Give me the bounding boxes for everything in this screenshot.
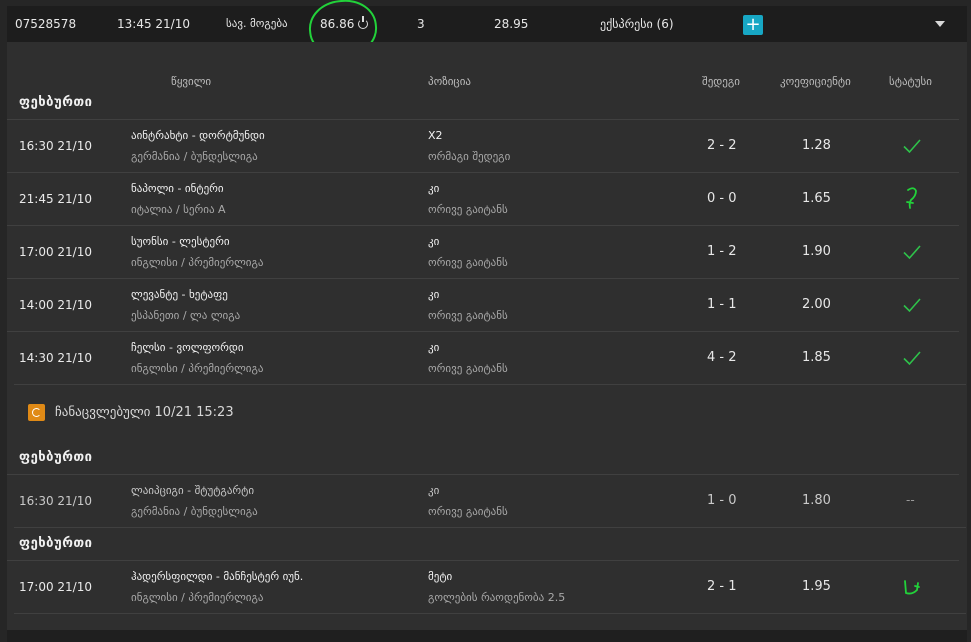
cashout-icon — [358, 16, 369, 29]
match-score: 1 - 1 — [707, 297, 737, 312]
match-score: 4 - 2 — [707, 350, 737, 365]
match-time: 16:30 21/10 — [19, 494, 92, 508]
bottom-bar — [7, 630, 967, 642]
column-header-status: სტატუსი — [889, 75, 932, 88]
table-row: 16:30 21/10 აინტრახტი - დორტმუნდი გერმან… — [7, 119, 959, 172]
chevron-down-icon[interactable] — [935, 21, 945, 27]
bet-market: ორივე გაიტანს — [428, 256, 508, 269]
match-time: 16:30 21/10 — [19, 139, 92, 153]
status-dash: -- — [906, 493, 915, 507]
bet-pick: კი — [428, 182, 440, 195]
match-league: ესპანეთი / ლა ლიგა — [131, 309, 241, 322]
bet-pick: X2 — [428, 129, 443, 142]
match-league: ინგლისი / პრემიერლიგა — [131, 362, 264, 375]
match-league: ინგლისი / პრემიერლიგა — [131, 591, 264, 604]
match-teams: აინტრახტი - დორტმუნდი — [131, 129, 265, 142]
bet-odds: 1.65 — [802, 191, 831, 206]
match-score: 2 - 1 — [707, 579, 737, 594]
ticket-id: 07528578 — [15, 17, 77, 31]
handwritten-mark-icon — [904, 580, 920, 595]
bet-odds: 1.28 — [802, 138, 831, 153]
ticket-datetime: 13:45 21/10 — [117, 17, 190, 31]
match-time: 21:45 21/10 — [19, 192, 92, 206]
column-header-position: პოზიცია — [428, 75, 471, 88]
bet-type: ექსპრესი (6) — [600, 17, 674, 31]
bet-odds: 1.85 — [802, 350, 831, 365]
amount-text: 86.86 — [320, 17, 355, 31]
match-league: გერმანია / ბუნდესლიგა — [131, 505, 258, 518]
divider — [14, 527, 966, 528]
bet-market: ორივე გაიტანს — [428, 362, 508, 375]
table-row: 14:30 21/10 ჩელსი - ვოლფორდი ინგლისი / პ… — [7, 331, 959, 384]
match-teams: ლევანტე - ხეტაფე — [131, 288, 228, 301]
match-time: 14:30 21/10 — [19, 351, 92, 365]
match-score: 1 - 2 — [707, 244, 737, 259]
column-header-event: წყვილი — [171, 75, 212, 88]
bet-odds: 1.80 — [802, 493, 831, 508]
potential-win-label: სავ. მოგება — [226, 17, 288, 30]
match-time: 17:00 21/10 — [19, 245, 92, 259]
sport-heading: ფეხბურთი — [19, 536, 93, 551]
column-header-odds: კოეფიციენტი — [780, 75, 851, 88]
table-row: 17:00 21/10 ჰადერსფილდი - მანჩესტერ იუნ.… — [7, 560, 959, 613]
divider — [14, 613, 966, 614]
match-teams: ლაიპციგი - შტუტგარტი — [131, 484, 255, 497]
total-odds: 28.95 — [494, 17, 529, 31]
table-row: 14:00 21/10 ლევანტე - ხეტაფე ესპანეთი / … — [7, 278, 959, 331]
bet-pick: კი — [428, 484, 440, 497]
check-icon — [903, 139, 921, 154]
match-score: 2 - 2 — [707, 138, 737, 153]
check-icon — [903, 298, 921, 313]
ticket-summary-bar[interactable]: 07528578 13:45 21/10 სავ. მოგება 86.86 3… — [7, 6, 967, 42]
column-header-result: შედეგი — [702, 75, 740, 88]
bet-pick: კი — [428, 235, 440, 248]
match-teams: ჩელსი - ვოლფორდი — [131, 341, 244, 354]
bet-odds: 1.90 — [802, 244, 831, 259]
bet-market: ორმაგი შედეგი — [428, 150, 511, 163]
bet-pick: მეტი — [428, 570, 453, 583]
table-row: 16:30 21/10 ლაიპციგი - შტუტგარტი გერმანი… — [7, 474, 959, 527]
match-league: გერმანია / ბუნდესლიგა — [131, 150, 258, 163]
match-teams: სუონსი - ლესტერი — [131, 235, 230, 248]
bet-odds: 1.95 — [802, 579, 831, 594]
match-teams: ნაპოლი - ინტერი — [131, 182, 224, 195]
bet-pick: კი — [428, 341, 440, 354]
handwritten-mark-icon — [906, 187, 917, 209]
match-league: ინგლისი / პრემიერლიგა — [131, 256, 264, 269]
check-icon — [903, 245, 921, 260]
bet-pick: კი — [428, 288, 440, 301]
replace-icon — [28, 404, 45, 421]
sport-heading: ფეხბურთი — [19, 95, 93, 110]
match-time: 17:00 21/10 — [19, 580, 92, 594]
amount-value: 86.86 — [320, 16, 369, 31]
bet-market: ორივე გაიტანს — [428, 505, 508, 518]
sport-heading: ფეხბურთი — [19, 450, 93, 465]
bet-market: ორივე გაიტანს — [428, 203, 508, 216]
match-league: იტალია / სერია A — [131, 203, 226, 216]
match-teams: ჰადერსფილდი - მანჩესტერ იუნ. — [131, 570, 304, 583]
match-score: 1 - 0 — [707, 493, 737, 508]
selections-count: 3 — [417, 17, 425, 31]
table-row: 17:00 21/10 სუონსი - ლესტერი ინგლისი / პ… — [7, 225, 959, 278]
bet-odds: 2.00 — [802, 297, 831, 312]
replaced-text: ჩანაცვლებული 10/21 15:23 — [55, 405, 234, 420]
table-row: 21:45 21/10 ნაპოლი - ინტერი იტალია / სერ… — [7, 172, 959, 225]
bet-market: ორივე გაიტანს — [428, 309, 508, 322]
divider — [14, 384, 966, 385]
bet-market: გოლების რაოდენობა 2.5 — [428, 591, 566, 604]
match-score: 0 - 0 — [707, 191, 737, 206]
add-button[interactable]: + — [743, 15, 763, 35]
match-time: 14:00 21/10 — [19, 298, 92, 312]
check-icon — [903, 351, 921, 366]
